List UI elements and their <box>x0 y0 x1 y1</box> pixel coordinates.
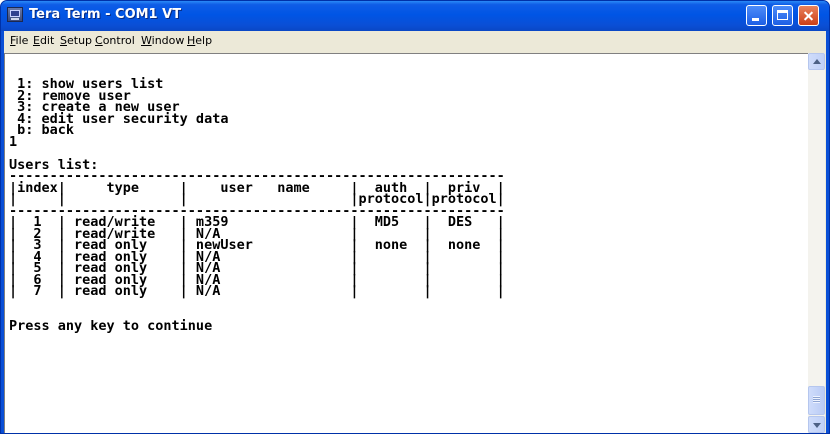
window-title: Tera Term - COM1 VT <box>29 7 182 22</box>
teraterm-app-icon[interactable] <box>7 7 23 22</box>
scroll-down-arrow-icon[interactable] <box>808 416 825 433</box>
scroll-thumb[interactable] <box>808 386 825 415</box>
scroll-up-arrow-icon[interactable] <box>808 53 825 70</box>
maximize-button[interactable] <box>772 5 793 26</box>
menu-edit[interactable]: Edit <box>33 34 54 47</box>
terminal-window: Tera Term - COM1 VT File Edit Setup Cont… <box>0 0 830 434</box>
client-area: 1: show users list 2: remove user 3: cre… <box>4 51 826 433</box>
terminal-line: Press any key to continue <box>9 317 213 334</box>
terminal-line: 1 <box>9 133 18 150</box>
menu-help[interactable]: Help <box>187 34 212 47</box>
menu-setup[interactable]: Setup <box>60 34 92 47</box>
menu-window[interactable]: Window <box>141 34 184 47</box>
terminal-line: 4: edit user security data <box>9 110 229 127</box>
menu-bar: File Edit Setup Control Window Help <box>4 31 826 51</box>
terminal-line: | 7 | read only | N/A | | | <box>9 283 505 299</box>
menu-file[interactable]: File <box>10 34 28 47</box>
terminal-screen[interactable]: 1: show users list 2: remove user 3: cre… <box>4 53 808 433</box>
terminal-text: 1: show users list 2: remove user 3: cre… <box>9 78 505 334</box>
close-button[interactable] <box>798 5 819 26</box>
title-bar[interactable]: Tera Term - COM1 VT <box>1 1 829 31</box>
menu-control[interactable]: Control <box>95 34 135 47</box>
vertical-scrollbar[interactable] <box>808 53 825 433</box>
minimize-button[interactable] <box>746 5 767 26</box>
terminal-line: b: back <box>9 122 75 138</box>
